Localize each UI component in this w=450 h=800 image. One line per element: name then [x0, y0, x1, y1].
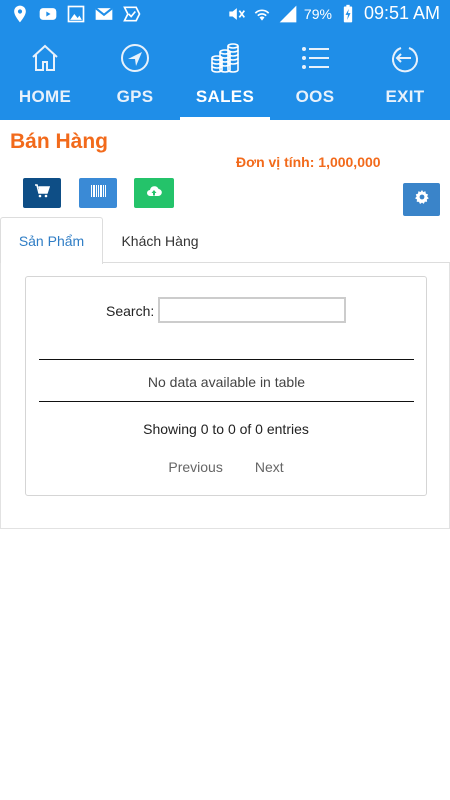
search-label: Search:	[106, 303, 155, 319]
cloud-upload-icon	[146, 183, 162, 204]
exit-icon	[360, 42, 450, 76]
gallery-icon	[66, 4, 86, 24]
clock: 09:51 AM	[363, 3, 440, 23]
data-table-wrapper: Search: No data available in table Showi…	[25, 276, 427, 496]
nav-home[interactable]: HOME	[0, 30, 90, 120]
table-footer-divider	[39, 401, 414, 402]
list-icon	[270, 42, 360, 76]
search-input[interactable]	[158, 297, 346, 323]
tab-bar: Sản Phẩm Khách Hàng	[0, 217, 450, 264]
nav-gps-label: GPS	[116, 87, 154, 106]
table-info: Showing 0 to 0 of 0 entries	[143, 421, 309, 437]
unit-label: Đơn vị tính: 1,000,000	[236, 154, 381, 170]
location-pin-icon	[10, 4, 30, 24]
nav-exit-label: EXIT	[385, 87, 425, 106]
gear-icon	[414, 189, 430, 210]
notification-icons	[10, 4, 142, 24]
tab-panel-products: Search: No data available in table Showi…	[0, 263, 450, 529]
barcode-icon	[90, 183, 106, 204]
nav-oos[interactable]: OOS	[270, 30, 360, 120]
app-check-icon	[122, 4, 142, 24]
tab-customers[interactable]: Khách Hàng	[104, 217, 216, 264]
home-icon	[0, 42, 90, 76]
nav-gps[interactable]: GPS	[90, 30, 180, 120]
battery-percent: 79%	[303, 5, 332, 22]
nav-sales[interactable]: SALES	[180, 30, 270, 120]
wifi-icon	[252, 4, 272, 24]
page-title: Bán Hàng	[10, 130, 109, 153]
cart-icon	[34, 183, 51, 204]
signal-icon	[278, 4, 298, 24]
table-header-divider	[39, 359, 414, 360]
compass-icon	[90, 42, 180, 76]
mute-icon	[226, 4, 246, 24]
barcode-button[interactable]	[79, 178, 117, 208]
status-bar: 79% 09:51 AM	[0, 0, 450, 30]
previous-button[interactable]: Previous	[168, 459, 222, 475]
system-status: 79% 09:51 AM	[226, 3, 440, 24]
battery-charging-icon	[338, 4, 358, 24]
next-button[interactable]: Next	[255, 459, 284, 475]
nav-exit[interactable]: EXIT	[360, 30, 450, 120]
main-nav: HOME GPS SALES OOS EXIT	[0, 30, 450, 120]
nav-home-label: HOME	[18, 87, 72, 106]
coins-icon	[180, 42, 270, 76]
nav-oos-label: OOS	[295, 87, 335, 106]
upload-button[interactable]	[134, 178, 174, 208]
nav-sales-label: SALES	[195, 87, 255, 106]
gmail-icon	[94, 4, 114, 24]
pagination: Previous Next	[26, 459, 426, 475]
cart-button[interactable]	[23, 178, 61, 208]
settings-button[interactable]	[403, 183, 440, 216]
tab-products[interactable]: Sản Phẩm	[0, 217, 103, 264]
youtube-icon	[38, 4, 58, 24]
empty-table-message: No data available in table	[147, 374, 306, 390]
